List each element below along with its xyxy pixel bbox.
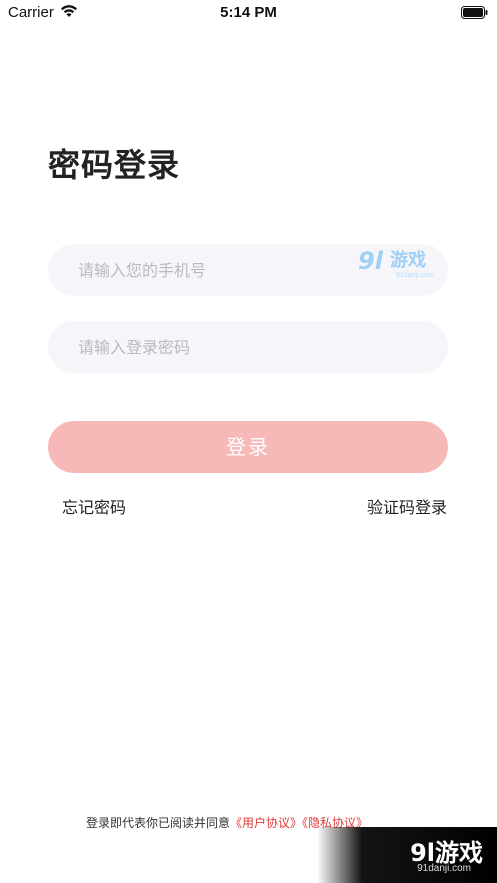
- sms-login-link[interactable]: 验证码登录: [367, 494, 447, 518]
- agreement-prefix: 登录即代表你已阅读并同意: [86, 816, 231, 830]
- password-input[interactable]: [48, 321, 448, 373]
- svg-text:游戏: 游戏: [390, 249, 426, 271]
- watermark-logo-icon: 9l 游戏 91danji.com: [358, 247, 434, 279]
- watermark-domain: 91danji.com: [417, 863, 471, 874]
- svg-text:9l: 9l: [358, 247, 384, 275]
- page-title: 密码登录: [48, 146, 181, 184]
- password-field[interactable]: [48, 321, 448, 373]
- clock-time: 5:14 PM: [220, 4, 277, 21]
- watermark-banner: 9l游戏 91danji.com: [317, 827, 497, 883]
- svg-text:91danji.com: 91danji.com: [396, 272, 434, 279]
- user-agreement-link[interactable]: 《用户协议》: [230, 816, 302, 830]
- phone-field[interactable]: 9l 游戏 91danji.com: [48, 244, 448, 296]
- forgot-password-link[interactable]: 忘记密码: [62, 494, 126, 518]
- status-bar: Carrier 5:14 PM: [0, 0, 497, 26]
- login-button[interactable]: 登录: [48, 421, 448, 473]
- battery-icon: [461, 6, 488, 19]
